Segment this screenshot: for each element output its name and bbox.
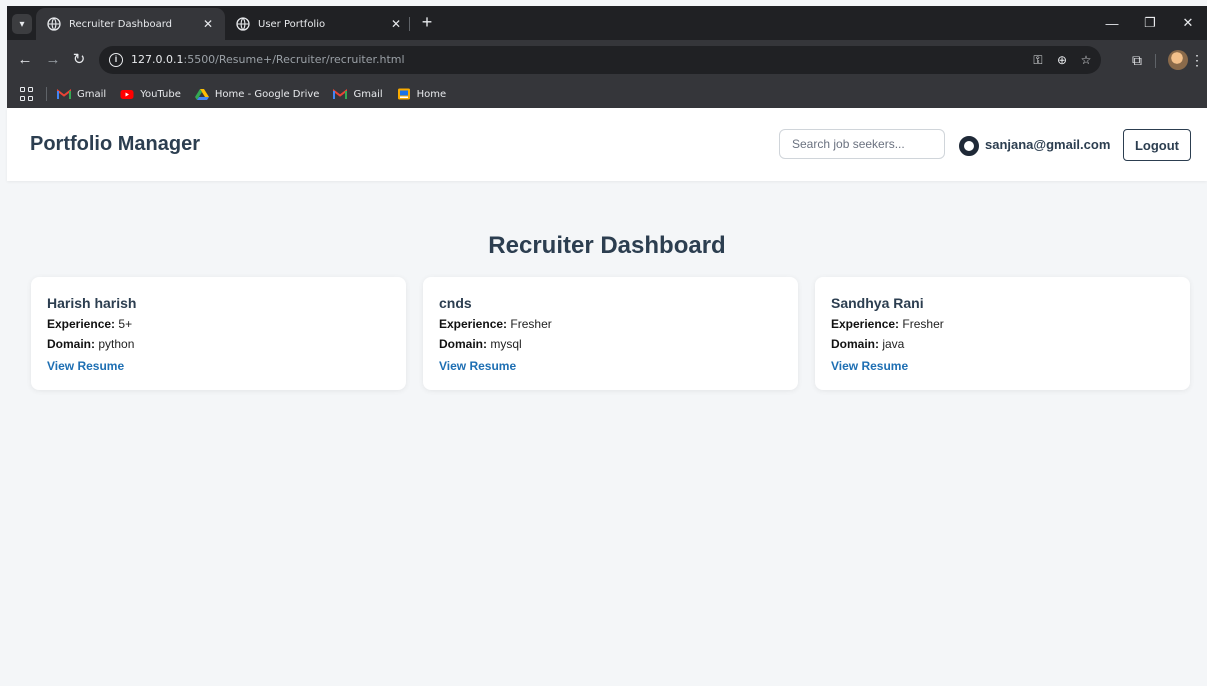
experience-value: Fresher xyxy=(510,317,552,331)
domain-label: Domain: xyxy=(47,337,95,351)
domain-line: Domain: python xyxy=(47,337,390,351)
more-menu-icon[interactable]: ⋮ xyxy=(1187,50,1207,70)
bookmark-youtube[interactable]: YouTube xyxy=(120,89,181,100)
page-title: Recruiter Dashboard xyxy=(488,232,726,259)
experience-label: Experience: xyxy=(831,317,900,331)
candidate-name: Harish harish xyxy=(47,295,137,311)
browser-chrome: ▾ Recruiter Dashboard ✕ User Portfolio ✕… xyxy=(7,6,1207,108)
close-icon[interactable]: ✕ xyxy=(200,17,216,31)
password-key-icon[interactable]: ⚿ xyxy=(1030,52,1046,68)
gmail-icon xyxy=(333,88,348,100)
candidate-name: cnds xyxy=(439,295,472,311)
domain-line: Domain: java xyxy=(831,337,1174,351)
tab-divider xyxy=(409,17,410,31)
tab-search-menu-button[interactable]: ▾ xyxy=(12,14,32,34)
globe-icon xyxy=(236,17,250,31)
back-arrow-icon[interactable]: ← xyxy=(15,50,35,70)
tab-recruiter-dashboard[interactable]: Recruiter Dashboard ✕ xyxy=(36,8,225,40)
domain-line: Domain: mysql xyxy=(439,337,782,351)
address-url[interactable]: 127.0.0.1:5500/Resume+/Recruiter/recruit… xyxy=(131,53,405,66)
domain-value: python xyxy=(98,337,135,351)
bookmark-gmail[interactable]: Gmail xyxy=(333,88,383,100)
brand-title: Portfolio Manager xyxy=(30,133,201,155)
user-email: sanjana@gmail.com xyxy=(985,137,1111,152)
bookmarks-divider xyxy=(46,87,47,101)
domain-label: Domain: xyxy=(831,337,879,351)
tab-strip: ▾ Recruiter Dashboard ✕ User Portfolio ✕… xyxy=(7,6,1207,40)
forward-arrow-icon[interactable]: → xyxy=(43,50,63,70)
bookmarks-bar: Gmail YouTube Home - Google Drive Gmail … xyxy=(7,80,1207,108)
profile-avatar[interactable] xyxy=(1168,50,1188,70)
experience-label: Experience: xyxy=(439,317,508,331)
browser-toolbar: ← → ↻ i 127.0.0.1:5500/Resume+/Recruiter… xyxy=(7,40,1207,80)
view-resume-link[interactable]: View Resume xyxy=(831,359,908,373)
view-resume-link[interactable]: View Resume xyxy=(439,359,516,373)
top-navbar: Portfolio Manager sanjana@gmail.com Logo… xyxy=(7,108,1207,181)
tab-title: User Portfolio xyxy=(258,18,326,30)
experience-value: 5+ xyxy=(118,317,133,331)
domain-value: mysql xyxy=(490,337,522,351)
google-drive-icon xyxy=(194,89,209,100)
experience-line: Experience: 5+ xyxy=(47,317,390,331)
youtube-icon xyxy=(120,89,134,100)
logout-button[interactable]: Logout xyxy=(1123,129,1191,161)
tab-user-portfolio[interactable]: User Portfolio ✕ xyxy=(225,8,413,40)
zoom-icon[interactable]: ⊕ xyxy=(1054,52,1070,68)
candidate-card: Sandhya Rani Experience: Fresher Domain:… xyxy=(815,277,1190,390)
address-bar[interactable]: i 127.0.0.1:5500/Resume+/Recruiter/recru… xyxy=(99,46,1101,74)
web-page: Portfolio Manager sanjana@gmail.com Logo… xyxy=(7,108,1207,686)
apps-grid-icon[interactable] xyxy=(20,87,34,101)
toolbar-divider xyxy=(1155,54,1156,68)
candidate-card: Harish harish Experience: 5+ Domain: pyt… xyxy=(31,277,406,390)
minimize-icon[interactable]: — xyxy=(1093,6,1131,40)
extensions-icon[interactable]: ⧉ xyxy=(1127,50,1147,70)
experience-label: Experience: xyxy=(47,317,116,331)
home-bookmark-icon xyxy=(397,88,411,100)
bookmark-google-drive[interactable]: Home - Google Drive xyxy=(194,89,319,100)
experience-line: Experience: Fresher xyxy=(439,317,782,331)
experience-value: Fresher xyxy=(902,317,944,331)
domain-label: Domain: xyxy=(439,337,487,351)
candidate-card: cnds Experience: Fresher Domain: mysql V… xyxy=(423,277,798,390)
search-input[interactable] xyxy=(779,129,945,159)
restore-icon[interactable]: ❐ xyxy=(1131,6,1169,40)
site-info-icon[interactable]: i xyxy=(109,53,123,67)
candidate-name: Sandhya Rani xyxy=(831,295,924,311)
view-resume-link[interactable]: View Resume xyxy=(47,359,124,373)
domain-value: java xyxy=(882,337,905,351)
reload-icon[interactable]: ↻ xyxy=(69,50,89,70)
user-circle-icon xyxy=(959,136,979,156)
bookmark-gmail[interactable]: Gmail xyxy=(57,88,106,100)
tab-title: Recruiter Dashboard xyxy=(69,18,172,30)
globe-icon xyxy=(47,17,61,31)
new-tab-button[interactable]: + xyxy=(417,12,437,32)
experience-line: Experience: Fresher xyxy=(831,317,1174,331)
close-icon[interactable]: ✕ xyxy=(388,17,404,31)
window-controls: — ❐ ✕ xyxy=(1093,6,1207,40)
bookmark-star-icon[interactable]: ☆ xyxy=(1078,52,1094,68)
window-close-icon[interactable]: ✕ xyxy=(1169,6,1207,40)
bookmark-home[interactable]: Home xyxy=(397,88,446,100)
gmail-icon xyxy=(57,88,71,100)
